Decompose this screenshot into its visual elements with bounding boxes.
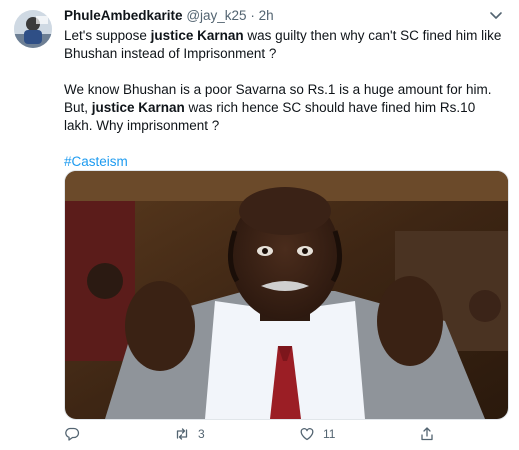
share-button[interactable] <box>419 424 435 444</box>
reply-button[interactable] <box>64 424 88 444</box>
tweet-header: PhuleAmbedkarite @jay_k25 · 2h <box>64 8 274 23</box>
more-options-button[interactable] <box>487 6 505 24</box>
hashtag-link[interactable]: #Casteism <box>64 154 128 169</box>
tweet-text: Let's suppose justice Karnan was guilty … <box>64 27 504 171</box>
text-segment: Let's suppose <box>64 28 151 43</box>
tweet-paragraph-2: We know Bhushan is a poor Savarna so Rs.… <box>64 81 504 135</box>
avatar[interactable] <box>14 10 52 48</box>
retweet-count: 3 <box>198 427 205 441</box>
text-segment-bold: justice Karnan <box>150 28 244 43</box>
text-segment-bold: justice Karnan <box>91 100 185 115</box>
handle[interactable]: @jay_k25 <box>186 8 246 23</box>
display-name[interactable]: PhuleAmbedkarite <box>64 8 183 23</box>
retweet-icon <box>176 428 188 440</box>
like-count: 11 <box>323 427 336 441</box>
reply-icon <box>65 427 80 441</box>
tweet[interactable]: PhuleAmbedkarite @jay_k25 · 2h Let's sup… <box>0 0 519 450</box>
like-button[interactable]: 11 <box>299 424 335 444</box>
tweet-actions: 3 11 <box>64 424 504 444</box>
timestamp[interactable]: 2h <box>259 8 274 23</box>
tweet-paragraph-1: Let's suppose justice Karnan was guilty … <box>64 27 504 63</box>
like-icon <box>300 428 314 441</box>
share-icon <box>421 427 433 441</box>
tweet-photo[interactable] <box>64 170 509 420</box>
separator: · <box>250 8 255 23</box>
chevron-down-icon <box>490 12 502 19</box>
retweet-button[interactable]: 3 <box>174 424 205 444</box>
